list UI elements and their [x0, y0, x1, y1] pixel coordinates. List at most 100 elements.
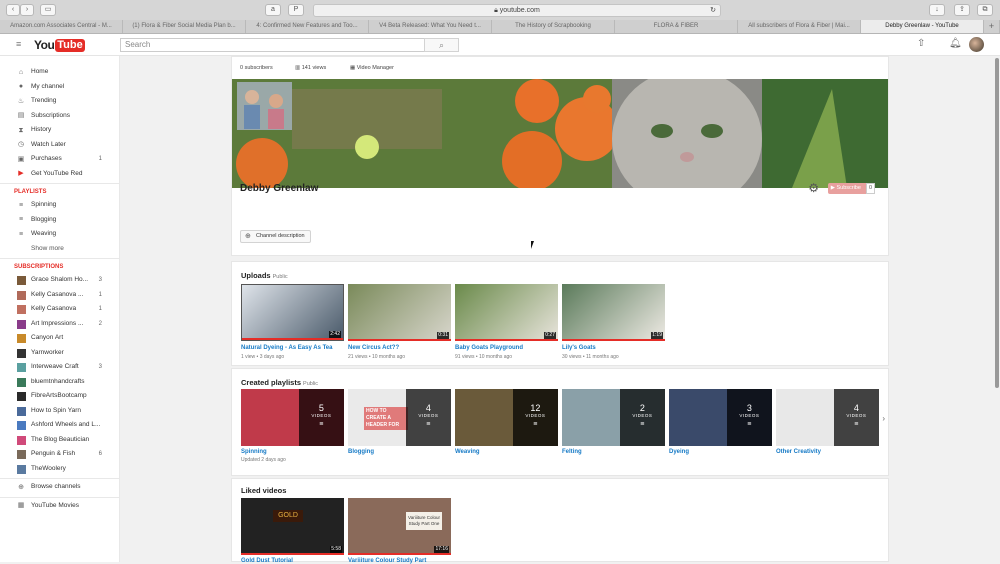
- search-input[interactable]: Search: [120, 38, 425, 52]
- sidebar-subscription-item[interactable]: Grace Shalom Ho... 3: [0, 273, 119, 288]
- sidebar-subscription-item[interactable]: Canyon Art: [0, 331, 119, 346]
- playlist-title[interactable]: Spinning: [241, 449, 267, 455]
- sidebar-subscription-item[interactable]: Ashford Wheels and L...: [0, 418, 119, 433]
- show-tabs-button[interactable]: ⧉: [977, 4, 993, 16]
- playlist-title[interactable]: Felting: [562, 449, 582, 455]
- liked-video-title[interactable]: Gold Dust Tutorial: [241, 558, 293, 564]
- scrollbar-thumb[interactable]: [995, 58, 999, 388]
- video-title[interactable]: Natural Dyeing - As Easy As Tea: [241, 345, 332, 351]
- downloads-button[interactable]: ↓: [929, 4, 945, 16]
- video-thumbnail[interactable]: 0:27: [455, 284, 558, 341]
- subscription-label: The Blog Beautician: [31, 435, 90, 443]
- reload-icon[interactable]: ↻: [710, 5, 716, 16]
- show-more-link[interactable]: Show more: [0, 242, 119, 257]
- playlist-thumbnail[interactable]: 3 VIDEOS ≡: [669, 389, 772, 446]
- back-button[interactable]: ‹: [6, 4, 20, 16]
- playlist-title[interactable]: Blogging: [348, 449, 374, 455]
- notifications-icon[interactable]: 🔔︎: [949, 38, 962, 49]
- liked-video-thumbnail[interactable]: GOLD 5:58: [241, 498, 344, 555]
- sidebar-playlist-spinning[interactable]: ≡ Spinning: [0, 198, 119, 213]
- sidebar-toggle-button[interactable]: ▭: [40, 4, 56, 16]
- subscription-label: bluemtnhandcrafts: [31, 377, 85, 385]
- amazon-extension-button[interactable]: a: [265, 4, 281, 16]
- browser-tab[interactable]: (1) Flora & Fiber Social Media Plan b...: [123, 20, 246, 33]
- playlists-heading[interactable]: PLAYLISTS: [0, 185, 119, 198]
- browser-tab[interactable]: The History of Scrapbooking: [492, 20, 615, 33]
- sidebar-item-history[interactable]: ⧗ History: [0, 123, 119, 138]
- playlist-video-unit: VIDEOS: [739, 413, 760, 418]
- channel-avatar: [17, 319, 26, 329]
- pinterest-extension-button[interactable]: P: [288, 4, 304, 16]
- sidebar-playlist-blogging[interactable]: ≡ Blogging: [0, 213, 119, 228]
- subscription-label: Yarnworker: [31, 348, 64, 356]
- sidebar-item-home[interactable]: ⌂ Home: [0, 65, 119, 80]
- share-button[interactable]: ⇪: [954, 4, 970, 16]
- playlist-title[interactable]: Dyeing: [669, 449, 689, 455]
- video-thumbnail[interactable]: 2:42: [241, 284, 344, 341]
- playlist-icon: ≡: [18, 201, 24, 209]
- browser-tab[interactable]: Amazon.com Associates Central - M...: [0, 20, 123, 33]
- created-playlists-heading[interactable]: Created playlists Public: [241, 378, 318, 387]
- subscriptions-heading[interactable]: SUBSCRIPTIONS: [0, 260, 119, 273]
- clock-icon: ◷: [17, 141, 25, 148]
- film-icon: ▦: [17, 502, 25, 509]
- sidebar-item-youtube-red[interactable]: ▶ Get YouTube Red: [0, 167, 119, 182]
- channel-description-button[interactable]: ⊕ Channel description: [240, 230, 311, 243]
- sidebar-item-subscriptions[interactable]: ▤ Subscriptions: [0, 109, 119, 124]
- sidebar-subscription-item[interactable]: bluemtnhandcrafts: [0, 375, 119, 390]
- sidebar-subscription-item[interactable]: How to Spin Yarn: [0, 404, 119, 419]
- youtube-movies-link[interactable]: ▦ YouTube Movies: [0, 499, 119, 514]
- youtube-logo[interactable]: You Tube: [34, 38, 85, 52]
- address-bar[interactable]: 🔒︎ youtube.com ↻: [313, 4, 721, 17]
- playlist-thumbnail[interactable]: 4 VIDEOS ≡: [776, 389, 879, 446]
- search-button[interactable]: ⌕: [424, 38, 459, 52]
- browser-tab[interactable]: 4: Confirmed New Features and Too...: [246, 20, 369, 33]
- playlist-thumbnail[interactable]: 5 VIDEOS ≡: [241, 389, 344, 446]
- liked-video-title[interactable]: Variiiture Colour Study Part: [348, 558, 426, 564]
- video-manager-link[interactable]: ▦ Video Manager: [350, 57, 394, 79]
- playlist-thumbnail[interactable]: HOW TO CREATE A HEADER FOR 4 VIDEOS ≡: [348, 389, 451, 446]
- sidebar-subscription-item[interactable]: The Blog Beautician: [0, 433, 119, 448]
- sidebar-item-purchases[interactable]: ▣ Purchases 1: [0, 152, 119, 167]
- sidebar-item-my-channel[interactable]: ● My channel: [0, 80, 119, 95]
- sidebar-item-watch-later[interactable]: ◷ Watch Later: [0, 138, 119, 153]
- playlist-title[interactable]: Other Creativity: [776, 449, 821, 455]
- upload-icon[interactable]: ⇧: [917, 38, 925, 49]
- video-thumbnail[interactable]: 1:19: [562, 284, 665, 341]
- playlist-thumbnail[interactable]: 2 VIDEOS ≡: [562, 389, 665, 446]
- sidebar-subscription-item[interactable]: Art Impressions ... 2: [0, 317, 119, 332]
- playlist-count-overlay: 2 VIDEOS ≡: [619, 389, 665, 446]
- video-title[interactable]: Baby Goats Playground: [455, 345, 523, 351]
- uploads-heading[interactable]: Uploads Public: [241, 271, 288, 280]
- account-avatar[interactable]: [969, 37, 984, 52]
- uploads-visibility: Public: [272, 274, 288, 280]
- video-title[interactable]: Lily's Goats: [562, 345, 596, 351]
- sidebar-playlist-weaving[interactable]: ≡ Weaving: [0, 227, 119, 242]
- sidebar-subscription-item[interactable]: Kelly Casanova 1: [0, 302, 119, 317]
- browse-channels-link[interactable]: ⊕ Browse channels: [0, 480, 119, 495]
- forward-button[interactable]: ›: [20, 4, 34, 16]
- guide-menu-icon[interactable]: ≡: [16, 40, 21, 49]
- liked-video-thumbnail[interactable]: Variiiture Colour Study Part One 17:16: [348, 498, 451, 555]
- sidebar-item-trending[interactable]: ♨ Trending: [0, 94, 119, 109]
- sidebar-subscription-item[interactable]: Interweave Craft 3: [0, 360, 119, 375]
- liked-videos-heading[interactable]: Liked videos: [241, 486, 286, 495]
- chevron-right-icon[interactable]: ›: [882, 414, 885, 423]
- playlist-thumbnail[interactable]: 12 VIDEOS ≡: [455, 389, 558, 446]
- browser-tab[interactable]: V4 Beta Released: What You Need t...: [369, 20, 492, 33]
- browser-tab-active[interactable]: Debby Greenlaw - YouTube: [861, 20, 984, 33]
- sidebar-subscription-item[interactable]: Kelly Casanova ... 1: [0, 288, 119, 303]
- subscriber-badge: 0: [865, 183, 875, 194]
- video-thumbnail[interactable]: 0:31: [348, 284, 451, 341]
- video-title[interactable]: New Circus Act??: [348, 345, 399, 351]
- new-tab-button[interactable]: +: [984, 20, 1000, 33]
- sidebar-subscription-item[interactable]: Yarnworker: [0, 346, 119, 361]
- subscribe-button[interactable]: ▶ Subscribe 0: [827, 183, 875, 194]
- browser-tab[interactable]: All subscribers of Flora & Fiber | Mai..…: [738, 20, 861, 33]
- playlist-title[interactable]: Weaving: [455, 449, 480, 455]
- sidebar-subscription-item[interactable]: TheWoolery: [0, 462, 119, 477]
- sidebar-subscription-item[interactable]: FibreArtsBootcamp: [0, 389, 119, 404]
- gear-icon[interactable]: ⚙: [808, 181, 819, 195]
- sidebar-subscription-item[interactable]: Penguin & Fish 6: [0, 447, 119, 462]
- browser-tab[interactable]: FLORA & FIBER: [615, 20, 738, 33]
